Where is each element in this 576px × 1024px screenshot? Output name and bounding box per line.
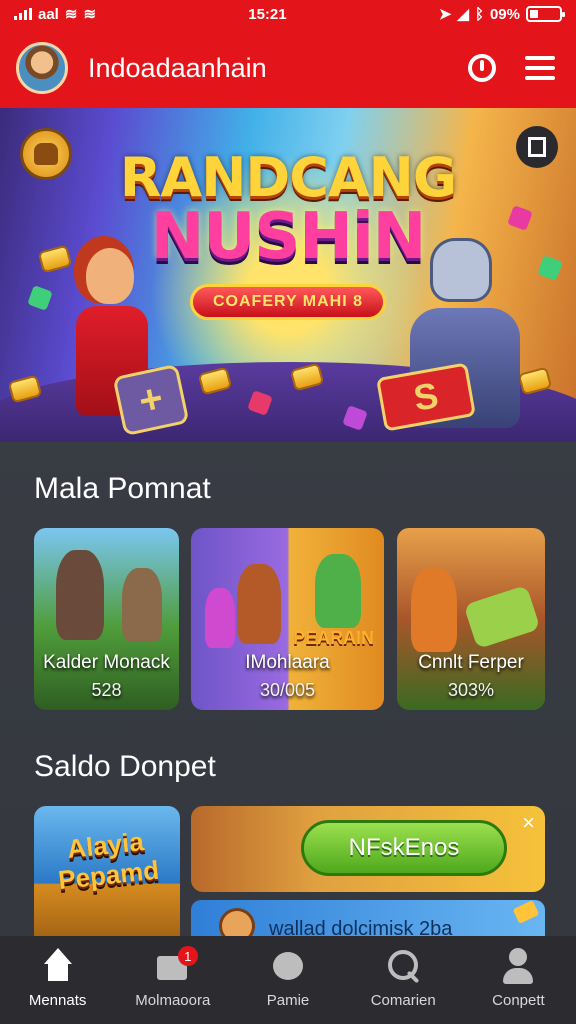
game-card-value: 303% [447,680,495,700]
clock: 15:21 [248,5,287,23]
game-card-label: IMohlaara [245,652,330,673]
status-left: aal ≋ ≋ [14,5,96,23]
location-icon: ➤ [438,6,452,23]
nav-item-home[interactable]: Mennats [0,936,115,1024]
signal-icon [14,8,32,20]
game-card-value: 30/005 [259,680,316,700]
game-card-value: 528 [91,680,122,700]
games-section-title: Mala Pomnat [34,472,211,505]
nav-label: Conpett [492,992,545,1009]
game-card[interactable]: Cnnlt Ferper 303% [397,528,545,710]
power-button[interactable] [462,48,502,88]
banner-subtitle-pill[interactable]: COAFERY MAHI 8 [190,284,386,320]
redeem-card: NFskEnos × [191,806,545,892]
app-title: Indoadaanhain [88,52,267,83]
mail-icon: 1 [154,946,198,986]
character-figure [237,564,281,644]
tag-icon [512,900,540,924]
gem-decoration [27,285,53,311]
game-card-label: Cnnlt Ferper [418,652,524,673]
notification-badge: 1 [177,946,198,966]
battery-percent: 09% [489,5,520,23]
game-card[interactable]: PEARAIN IMohlaara 30/005 [191,528,384,710]
carrier-label: aal [38,5,59,23]
character-figure [122,568,162,642]
close-icon[interactable]: × [522,810,535,836]
wifi-icon: ≋ [64,6,78,23]
menu-button[interactable] [520,48,560,88]
character-figure [315,554,361,628]
app-header: Indoadaanhain [0,28,576,108]
navigation-icon: ◢ [457,6,469,23]
bottom-nav: Mennats 1 Molmaoora Pamie Comarien Conpe… [0,936,576,1024]
nav-label: Molmaoora [135,992,211,1009]
wallet-section-title: Saldo Donpet [34,750,216,783]
search-icon [384,948,422,986]
power-icon [468,54,496,82]
hamburger-menu-icon [525,56,555,80]
home-icon [39,948,77,986]
promo-banner[interactable]: + S RANDCANG NUSHiN COAFERY MAHI 8 [0,108,576,442]
game-card-art-title: PEARAIN [292,628,374,648]
game-card[interactable]: Kalder Monack 528 [34,528,179,710]
app-screen: aal ≋ ≋ 15:21 ➤ ◢ ᛒ 09% Indoadaanhain + … [0,0,576,1024]
battery-icon [526,6,565,22]
game-icon [269,948,307,986]
wallet-promo-text: Alayia Pepamd [56,826,161,896]
banner-title-line2: NUSHiN [150,200,427,274]
user-icon [499,948,537,986]
bluetooth-icon: ᛒ [474,5,484,23]
status-bar: aal ≋ ≋ 15:21 ➤ ◢ ᛒ 09% [0,0,576,28]
nav-item-messages[interactable]: 1 Molmaoora [115,936,230,1024]
character-figure [56,550,104,640]
status-right: ➤ ◢ ᛒ 09% [438,5,565,23]
nav-item-games[interactable]: Pamie [230,936,345,1024]
nav-item-profile[interactable]: Conpett [461,936,576,1024]
game-card-label: Kalder Monack [43,652,170,673]
character-figure [205,588,235,648]
nav-label: Comarien [370,992,436,1009]
character-figure [411,568,457,652]
nav-label: Pamie [266,992,310,1009]
wallet-promo-card[interactable]: Alayia Pepamd [34,806,180,946]
nav-item-search[interactable]: Comarien [346,936,461,1024]
avatar[interactable] [16,42,68,94]
redeem-button[interactable]: NFskEnos [301,820,507,876]
nav-label: Mennats [28,992,87,1009]
wifi-icon-2: ≋ [83,6,97,23]
